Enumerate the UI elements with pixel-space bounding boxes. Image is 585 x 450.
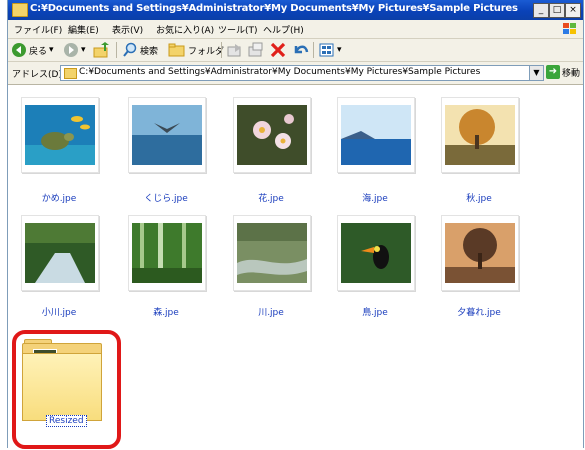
chevron-down-icon[interactable]: ▾ [81,45,86,55]
search-label: 検索 [140,46,159,57]
up-folder-icon [93,42,109,58]
file-name[interactable]: 秋.jpe [429,191,529,204]
back-arrow-icon [12,43,26,57]
forward-button[interactable]: ▾ [63,42,86,58]
chevron-down-icon[interactable]: ▾ [49,45,54,55]
file-name[interactable]: 川.jpe [221,305,321,318]
file-name[interactable]: 花.jpe [221,191,321,204]
flower-image [237,105,307,165]
close-button[interactable]: × [565,3,581,18]
undo-button[interactable] [293,42,309,58]
address-input[interactable]: C:¥Documents and Settings¥Administrator¥… [60,65,530,81]
file-thumbnail[interactable] [233,215,311,291]
file-name[interactable]: かめ.jpe [9,191,109,204]
maximize-button[interactable]: □ [549,3,565,18]
window-title: C:¥Documents and Settings¥Administrator¥… [30,3,518,14]
file-name[interactable]: 海.jpe [325,191,425,204]
toolbar-separator [313,42,314,58]
file-thumbnail[interactable] [441,215,519,291]
copy-to-button[interactable] [248,42,264,58]
file-name[interactable]: 小川.jpe [9,305,109,318]
move-to-icon [227,44,241,57]
search-icon [123,42,137,57]
views-button[interactable]: ▾ [319,42,342,58]
menu-favorites[interactable]: お気に入り(A) [156,23,214,36]
file-thumbnail[interactable] [233,97,311,173]
folder-icon [12,3,28,17]
file-thumbnail[interactable] [337,97,415,173]
folders-button[interactable]: フォルダ [168,42,224,58]
menu-file[interactable]: ファイル(F) [14,23,62,36]
windows-logo-icon [563,23,576,34]
file-view: かめ.jpe くじら.jpe 花.jpe 海.jpe 秋.jpe 小川.jpe … [8,85,583,449]
delete-button[interactable] [270,42,286,58]
go-label: 移動 [562,68,581,79]
undo-icon [294,45,309,54]
file-name[interactable]: くじら.jpe [116,191,216,204]
address-dropdown-button[interactable]: ▼ [529,65,544,81]
views-icon [319,43,334,57]
sunset-tree-image [445,223,515,283]
copy-to-icon [248,42,263,57]
file-thumbnail[interactable] [21,215,99,291]
search-button[interactable]: 検索 [122,42,158,58]
whale-tail-image [132,105,202,165]
address-bar: アドレス(D) C:¥Documents and Settings¥Admini… [8,62,583,85]
file-thumbnail[interactable] [128,97,206,173]
river-image [237,223,307,283]
autumn-image [445,105,515,165]
folder-icon [64,68,77,79]
file-thumbnail[interactable] [337,215,415,291]
title-bar[interactable]: C:¥Documents and Settings¥Administrator¥… [8,0,583,20]
minimize-button[interactable]: _ [533,3,549,18]
menu-tools[interactable]: ツール(T) [218,23,258,36]
sea-image [341,105,411,165]
chevron-down-icon[interactable]: ▾ [337,45,342,55]
menu-bar: ファイル(F) 編集(E) 表示(V) お気に入り(A) ツール(T) ヘルプ(… [8,20,583,39]
stream-image [25,223,95,283]
file-name[interactable]: 夕暮れ.jpe [429,305,529,318]
folders-label: フォルダ [188,46,225,57]
delete-icon [270,42,286,58]
forward-arrow-icon [64,43,78,57]
file-thumbnail[interactable] [441,97,519,173]
forest-image [132,223,202,283]
menu-help[interactable]: ヘルプ(H) [263,23,304,36]
file-name[interactable]: 鳥.jpe [325,305,425,318]
toucan-image [341,223,411,283]
sea-turtle-image [25,105,95,165]
back-label: 戻る [29,46,48,57]
explorer-window: C:¥Documents and Settings¥Administrator¥… [7,0,584,449]
up-folder-button[interactable] [93,42,111,58]
toolbar-separator [116,42,117,58]
folders-icon [168,43,185,57]
menu-view[interactable]: 表示(V) [112,23,143,36]
toolbar: 戻る ▾ ▾ 検索 フォルダ ▾ [8,39,583,62]
menu-edit[interactable]: 編集(E) [68,23,99,36]
highlight-annotation [12,330,121,449]
back-button[interactable]: 戻る ▾ [11,42,54,58]
go-button[interactable]: ➜ 移動 [546,65,580,79]
go-arrow-icon: ➜ [546,65,560,79]
address-path: C:¥Documents and Settings¥Administrator¥… [79,67,481,77]
move-to-button[interactable] [227,42,243,58]
toolbar-separator [221,42,222,58]
file-thumbnail[interactable] [128,215,206,291]
file-name[interactable]: 森.jpe [116,305,216,318]
address-label: アドレス(D) [12,70,62,80]
file-thumbnail[interactable] [21,97,99,173]
